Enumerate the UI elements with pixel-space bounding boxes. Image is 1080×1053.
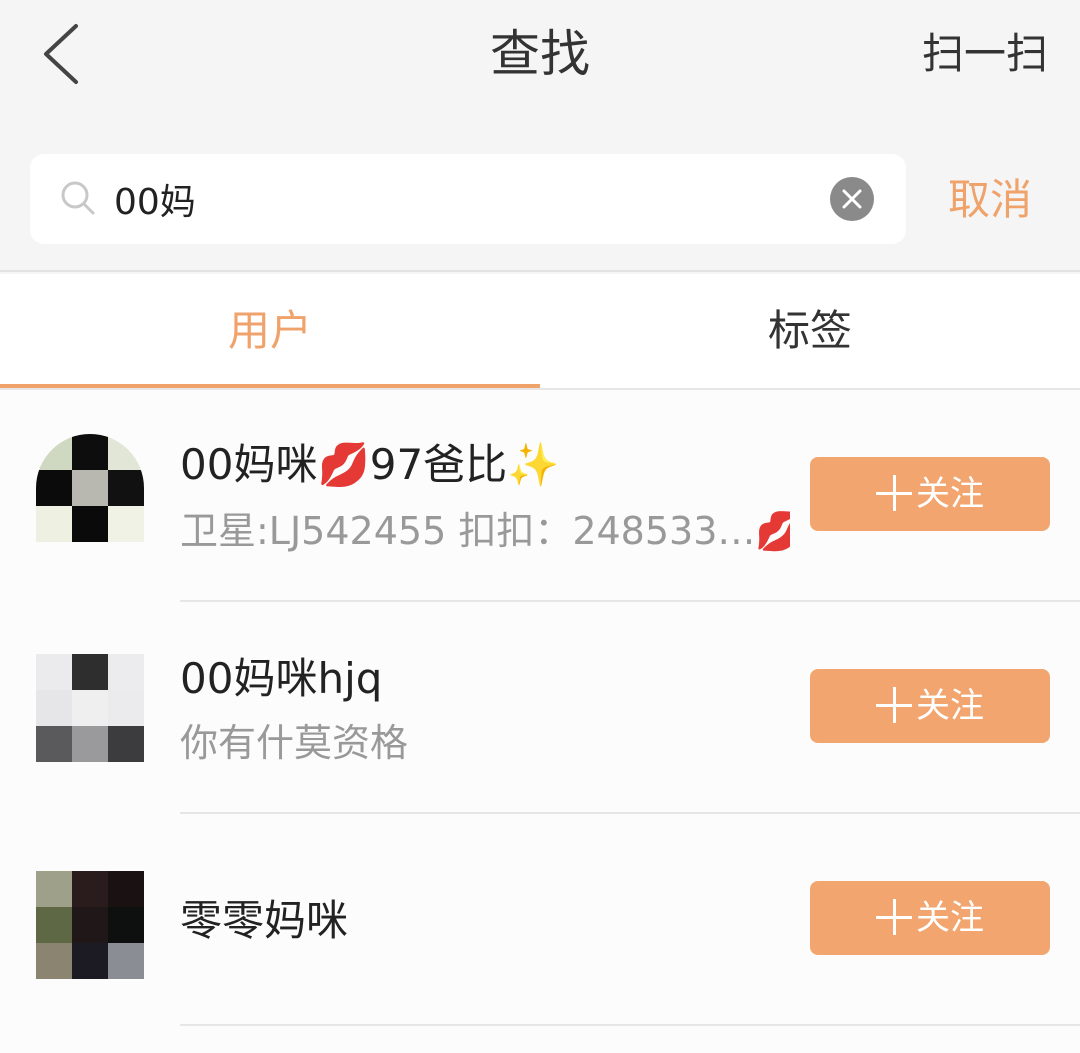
- plus-icon: [876, 475, 912, 511]
- avatar: [36, 654, 144, 762]
- active-tab-indicator: [0, 384, 540, 388]
- follow-label: 关注: [916, 898, 984, 938]
- top-bar: 查找 扫一扫: [0, 0, 1080, 112]
- divider: [180, 1024, 1080, 1026]
- cancel-button[interactable]: 取消: [948, 174, 1032, 226]
- follow-label: 关注: [916, 474, 984, 514]
- clear-icon: [842, 189, 862, 209]
- user-name: 00妈咪hjq: [180, 654, 383, 703]
- list-item[interactable]: 零零妈咪 关注: [0, 814, 1080, 1026]
- user-name: 00妈咪💋97爸比✨: [180, 440, 560, 489]
- search-input[interactable]: [114, 174, 814, 224]
- list-item[interactable]: 00妈咪hjq 你有什莫资格 关注: [0, 602, 1080, 814]
- user-name: 零零妈咪: [180, 896, 349, 945]
- plus-icon: [876, 687, 912, 723]
- plus-icon: [876, 899, 912, 935]
- tab-users[interactable]: 用户: [0, 274, 540, 388]
- follow-button[interactable]: 关注: [810, 881, 1050, 955]
- user-bio: 你有什莫资格: [180, 721, 409, 765]
- user-result-list: 00妈咪💋97爸比✨ 卫星:LJ542455 扣扣：248533…💋 关注 00…: [0, 390, 1080, 1053]
- result-tabs: 用户 标签: [0, 274, 1080, 390]
- scan-button[interactable]: 扫一扫: [922, 26, 1048, 82]
- tab-tags[interactable]: 标签: [540, 274, 1080, 388]
- clear-search-button[interactable]: [830, 177, 874, 221]
- user-bio: 卫星:LJ542455 扣扣：248533…💋: [180, 509, 790, 553]
- follow-label: 关注: [916, 686, 984, 726]
- page-title: 查找: [490, 25, 590, 83]
- avatar: [36, 871, 144, 979]
- follow-button[interactable]: 关注: [810, 457, 1050, 531]
- list-item[interactable]: 00妈咪💋97爸比✨ 卫星:LJ542455 扣扣：248533…💋 关注: [0, 390, 1080, 602]
- search-row: 取消: [0, 112, 1080, 272]
- search-icon: [61, 181, 95, 215]
- follow-button[interactable]: 关注: [810, 669, 1050, 743]
- avatar: [36, 434, 144, 542]
- search-box[interactable]: [30, 154, 906, 244]
